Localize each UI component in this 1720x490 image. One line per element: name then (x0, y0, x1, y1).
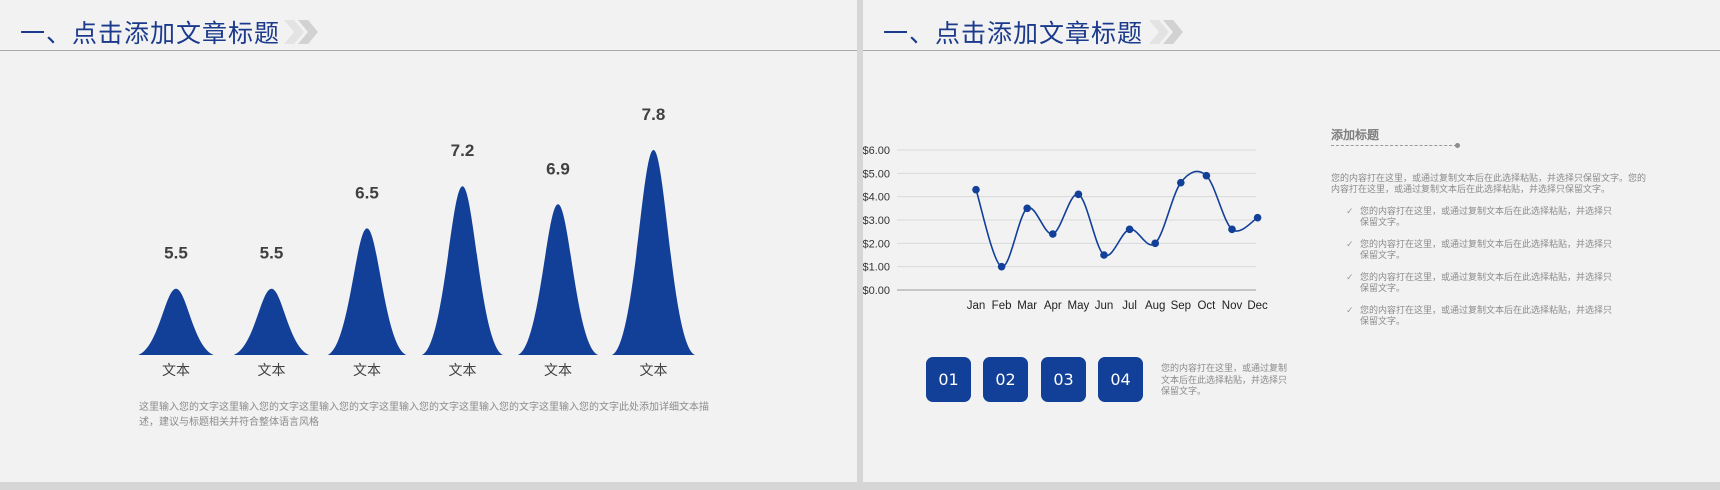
data-point (1049, 230, 1057, 238)
check-icon: ✓ (1346, 273, 1354, 283)
category-label: 文本 (640, 363, 668, 379)
data-point (1125, 225, 1134, 234)
x-tick-label: Apr (1044, 300, 1062, 312)
peak-mark (138, 288, 214, 355)
list-item-text: 您的内容打在这里，或通过复制文本后在此选择粘贴，并选择只保留文字。 (1360, 306, 1613, 327)
slide-left: 一、点击添加文章标题 5.5 文本 5.5 文本 6.5 文本 7.2 文本 6.9 文本 7.8 文… (0, 0, 857, 482)
y-tick-label: $3.00 (863, 215, 890, 227)
data-label: 5.5 (260, 244, 284, 263)
badge-04[interactable]: 04 (1098, 357, 1143, 402)
category-label: 文本 (544, 363, 572, 379)
list-item: ✓ 您的内容打在这里，或通过复制文本后在此选择粘贴，并选择只保留文字。 (1346, 240, 1620, 273)
x-tick-label: Jun (1095, 300, 1114, 312)
x-tick-label: Dec (1247, 300, 1268, 312)
data-point (997, 262, 1006, 271)
list-item-text: 您的内容打在这里，或通过复制文本后在此选择粘贴，并选择只保留文字。 (1360, 207, 1613, 228)
list-item: ✓ 您的内容打在这里，或通过复制文本后在此选择粘贴，并选择只保留文字。 (1346, 207, 1620, 240)
list-item: ✓ 您的内容打在这里，或通过复制文本后在此选择粘贴，并选择只保留文字。 (1346, 273, 1620, 306)
badge-03[interactable]: 03 (1041, 357, 1086, 402)
data-label: 7.8 (642, 105, 666, 124)
peak-mark (611, 150, 696, 355)
side-list: ✓ 您的内容打在这里，或通过复制文本后在此选择粘贴，并选择只保留文字。 ✓ 您的内容… (1346, 207, 1620, 339)
category-label: 文本 (449, 363, 477, 379)
series-line (975, 170, 1259, 268)
data-label: 7.2 (451, 141, 475, 160)
check-icon: ✓ (1346, 306, 1354, 316)
x-tick-label: Aug (1145, 300, 1165, 312)
chart-description: 这里输入您的文字这里输入您的文字这里输入您的文字这里输入您的文字这里输入您的文字… (139, 402, 709, 428)
data-point (1023, 204, 1031, 213)
x-tick-label: Feb (992, 300, 1012, 312)
x-tick-label: Jul (1122, 300, 1137, 312)
y-tick-label: $4.00 (863, 192, 890, 204)
data-point (1228, 225, 1236, 234)
x-tick-label: Mar (1017, 300, 1037, 312)
check-icon: ✓ (1346, 207, 1354, 217)
data-point (1100, 251, 1108, 259)
data-point (972, 185, 980, 194)
side-heading: 添加标题 (1331, 128, 1380, 142)
data-label: 5.5 (164, 244, 188, 263)
badge-02[interactable]: 02 (983, 357, 1028, 402)
peak-mark (233, 288, 310, 355)
side-intro: 您的内容打在这里，或通过复制文本后在此选择粘贴，并选择只保留文字。您的内容打在这… (1331, 174, 1647, 195)
y-tick-label: $5.00 (863, 168, 890, 180)
badge-description: 您的内容打在这里，或通过复制文本后在此选择粘贴，并选择只保留文字。 (1161, 364, 1288, 397)
list-item: ✓ 您的内容打在这里，或通过复制文本后在此选择粘贴，并选择只保留文字。 (1346, 306, 1620, 339)
list-item-text: 您的内容打在这里，或通过复制文本后在此选择粘贴，并选择只保留文字。 (1360, 240, 1613, 261)
y-tick-label: $0.00 (863, 285, 890, 297)
peak-mark (421, 186, 504, 355)
x-tick-label: Jan (967, 300, 986, 312)
side-divider (1331, 145, 1457, 146)
y-tick-label: $1.00 (863, 262, 890, 274)
category-label: 文本 (258, 363, 286, 379)
data-point (1177, 178, 1185, 187)
peak-mark (517, 204, 599, 355)
x-tick-label: Sep (1171, 300, 1191, 312)
slide-right: 一、点击添加文章标题 $0.00 $1.00 $2.00 $3.00 $4.00 $5.0… (863, 0, 1720, 482)
data-point (1202, 171, 1211, 180)
category-label: 文本 (162, 363, 190, 379)
x-tick-label: Oct (1197, 300, 1216, 312)
x-tick-label: Nov (1222, 300, 1243, 312)
data-label: 6.9 (546, 159, 570, 178)
badge-01[interactable]: 01 (926, 357, 971, 402)
y-tick-label: $2.00 (863, 238, 890, 250)
list-item-text: 您的内容打在这里，或通过复制文本后在此选择粘贴，并选择只保留文字。 (1360, 273, 1613, 294)
y-tick-label: $6.00 (863, 145, 890, 157)
data-label: 6.5 (355, 183, 379, 202)
peak-mark (327, 228, 407, 355)
category-label: 文本 (353, 363, 381, 379)
data-point (1253, 213, 1262, 222)
x-tick-label: May (1068, 300, 1090, 312)
divider-dot (1455, 143, 1460, 148)
check-icon: ✓ (1346, 240, 1354, 250)
data-point (1151, 239, 1159, 248)
data-point (1074, 190, 1083, 199)
